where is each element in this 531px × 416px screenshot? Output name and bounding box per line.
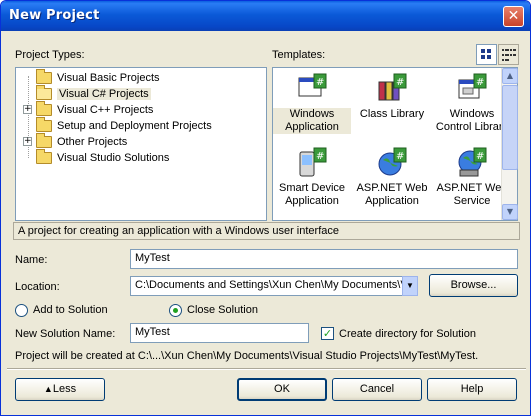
svg-text:#: #: [396, 151, 404, 162]
large-icons-view-button[interactable]: [476, 44, 497, 65]
template-label: Class Library: [359, 108, 425, 120]
template-smart-device[interactable]: # Smart Device Application: [273, 146, 351, 208]
template-label: ASP.NET Web Application: [356, 182, 428, 207]
small-icons-icon: [502, 49, 516, 61]
tree-item-setup-deployment[interactable]: Setup and Deployment Projects: [36, 117, 212, 134]
template-label: Windows Application: [273, 108, 351, 134]
template-windows-control-library[interactable]: # Windows Control Library: [433, 72, 511, 134]
svg-text:#: #: [316, 77, 324, 88]
templates-scrollbar[interactable]: ▲ ▼: [501, 68, 518, 220]
template-label: ASP.NET Web Service: [436, 182, 508, 207]
tree-item-visual-cpp[interactable]: Visual C++ Projects: [36, 101, 154, 118]
help-button[interactable]: Help: [427, 378, 517, 401]
tree-item-label: Visual Basic Projects: [57, 72, 160, 84]
aspnet-web-service-icon: #: [456, 146, 488, 178]
dialog-title: New Project: [9, 8, 100, 23]
template-aspnet-web-service[interactable]: # ASP.NET Web Service: [433, 146, 511, 208]
folder-icon: [36, 69, 52, 84]
windows-application-icon: #: [296, 72, 328, 104]
svg-text:#: #: [316, 151, 324, 162]
smart-device-icon: #: [296, 146, 328, 178]
name-label: Name:: [15, 254, 48, 266]
folder-icon: [36, 117, 52, 132]
add-to-solution-label: Add to Solution: [33, 304, 108, 316]
create-directory-checkbox[interactable]: ✓: [321, 327, 334, 340]
aspnet-web-app-icon: #: [376, 146, 408, 178]
tree-item-visual-basic[interactable]: Visual Basic Projects: [36, 69, 160, 86]
tree-item-other-projects[interactable]: Other Projects: [36, 133, 128, 150]
template-aspnet-web-application[interactable]: # ASP.NET Web Application: [353, 146, 431, 208]
scroll-down-icon[interactable]: ▼: [502, 204, 518, 220]
small-icons-view-button[interactable]: [498, 44, 519, 65]
scroll-thumb[interactable]: [502, 85, 518, 170]
tree-item-label: Visual C++ Projects: [57, 104, 154, 116]
tree-item-vs-solutions[interactable]: Visual Studio Solutions: [36, 149, 170, 166]
folder-icon: [36, 149, 52, 164]
templates-label: Templates:: [272, 49, 326, 61]
tree-item-label: Visual Studio Solutions: [57, 152, 170, 164]
project-types-tree[interactable]: Visual Basic Projects Visual C# Projects…: [15, 67, 267, 221]
name-input[interactable]: MyTest: [130, 249, 518, 269]
windows-control-library-icon: #: [456, 72, 488, 104]
close-solution-label: Close Solution: [187, 304, 258, 316]
template-label: Smart Device Application: [278, 182, 346, 207]
expand-other-projects-icon[interactable]: +: [23, 137, 32, 146]
title-bar[interactable]: New Project ✕: [1, 1, 530, 31]
project-path-text: Project will be created at C:\...\Xun Ch…: [15, 350, 479, 362]
close-solution-radio[interactable]: [169, 304, 182, 317]
close-button[interactable]: ✕: [503, 6, 524, 27]
location-input[interactable]: C:\Documents and Settings\Xun Chen\My Do…: [130, 276, 415, 296]
location-dropdown-icon[interactable]: ▼: [402, 276, 418, 296]
up-arrow-icon: ▲: [43, 384, 53, 394]
new-solution-name-input[interactable]: MyTest: [130, 323, 309, 343]
add-to-solution-radio[interactable]: [15, 304, 28, 317]
template-class-library[interactable]: # Class Library: [353, 72, 431, 121]
svg-text:#: #: [396, 77, 404, 88]
expand-visual-cpp-icon[interactable]: +: [23, 105, 32, 114]
less-button-label: Less: [52, 383, 77, 395]
new-project-dialog: New Project ✕ Project Types: Templates: …: [0, 0, 531, 416]
template-label: Windows Control Library: [435, 108, 509, 133]
tree-item-label: Visual C# Projects: [57, 88, 151, 100]
svg-text:#: #: [476, 77, 484, 88]
class-library-icon: #: [376, 72, 408, 104]
tree-item-visual-csharp[interactable]: Visual C# Projects: [36, 85, 151, 102]
less-button[interactable]: ▲Less: [15, 378, 105, 401]
tree-item-label: Other Projects: [57, 136, 128, 148]
separator: [7, 368, 526, 370]
scroll-up-icon[interactable]: ▲: [502, 68, 518, 84]
ok-button[interactable]: OK: [237, 378, 327, 401]
svg-text:#: #: [476, 151, 484, 162]
create-directory-label: Create directory for Solution: [339, 328, 476, 340]
folder-icon: [36, 101, 52, 116]
browse-button[interactable]: Browse...: [429, 274, 518, 297]
tree-item-label: Setup and Deployment Projects: [57, 120, 212, 132]
folder-icon: [36, 133, 52, 148]
template-windows-application[interactable]: # Windows Application: [273, 72, 351, 134]
template-description: A project for creating an application wi…: [13, 222, 520, 240]
location-label: Location:: [15, 281, 60, 293]
project-types-label: Project Types:: [15, 49, 85, 61]
open-folder-icon: [36, 85, 52, 100]
cancel-button[interactable]: Cancel: [332, 378, 422, 401]
templates-list[interactable]: # Windows Application # Class Library # …: [272, 67, 518, 221]
new-solution-name-label: New Solution Name:: [15, 328, 116, 340]
large-icons-icon: [481, 49, 491, 59]
